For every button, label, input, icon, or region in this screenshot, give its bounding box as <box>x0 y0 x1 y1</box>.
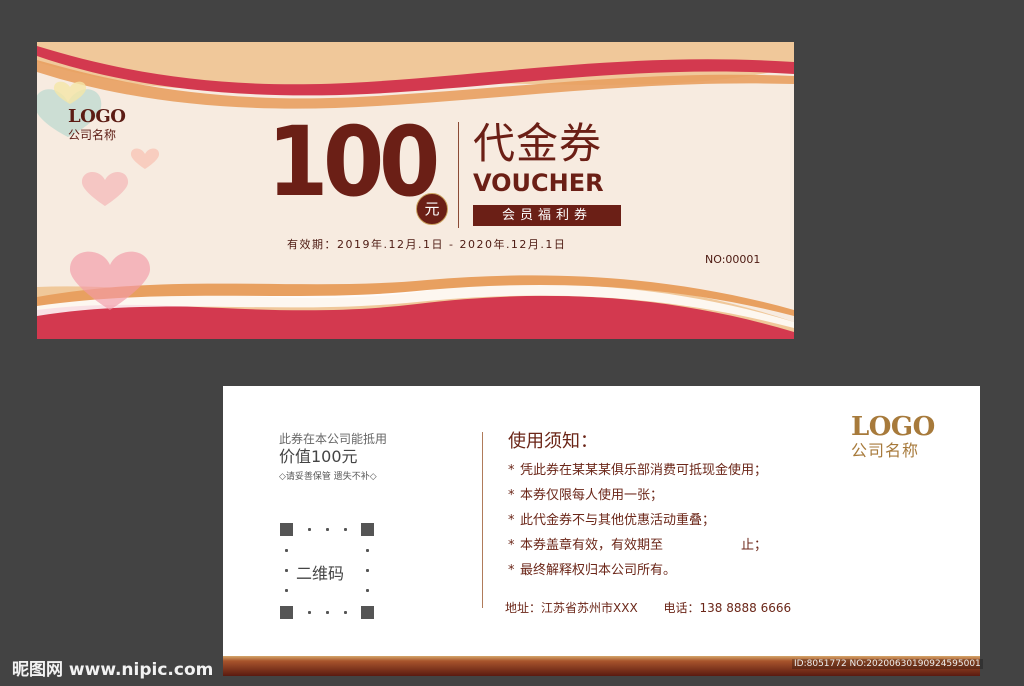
rule-item: * 本券盖章有效，有效期至 止； <box>508 538 768 553</box>
title-divider <box>458 122 459 228</box>
back-logo: LOGO 公司名称 <box>851 413 935 461</box>
voucher-front: LOGO 公司名称 100 元 代金券 VOUCHER 会员福利券 有效期：20… <box>37 42 794 339</box>
rule-item: * 最终解释权归本公司所有。 <box>508 563 677 578</box>
value-line2: 价值100元 <box>279 447 358 466</box>
company-name: 公司名称 <box>851 441 920 460</box>
decorative-hearts <box>37 81 160 310</box>
phone: 电话：138 8888 6666 <box>663 601 792 615</box>
rule-item: * 凭此券在某某某俱乐部消费可抵现金使用； <box>508 463 768 478</box>
rule-item: * 此代金券不与其他优惠活动重叠； <box>508 513 716 528</box>
voucher-back: 此券在本公司能抵用 价值100元 ◇请妥善保管 遗失不补◇ 二维码 使用须知： … <box>223 386 980 676</box>
qr-label: 二维码 <box>296 564 345 583</box>
logo-text: LOGO <box>851 412 935 442</box>
validity-period: 有效期：2019年.12月.1日 - 2020年.12月.1日 <box>287 238 567 251</box>
watermark-site: 昵图网 www.nipic.com <box>12 660 214 680</box>
rule-item: * 本券仅限每人使用一张； <box>508 488 664 503</box>
serial-number: NO:00001 <box>705 253 761 266</box>
voucher-title-en: VOUCHER <box>473 169 604 197</box>
company-name: 公司名称 <box>68 128 117 142</box>
member-tag: 会员福利券 <box>473 205 621 226</box>
address: 地址：江苏省苏州市XXX <box>505 601 638 615</box>
voucher-amount: 100 <box>267 106 440 218</box>
voucher-title-cn: 代金券 <box>473 119 603 168</box>
back-divider <box>482 432 483 608</box>
qr-code-placeholder: 二维码 <box>280 523 374 619</box>
value-info: 此券在本公司能抵用 价值100元 ◇请妥善保管 遗失不补◇ <box>279 432 387 484</box>
watermark-id: ID:8051772 NO:20200630190924595001 <box>792 659 983 669</box>
contact-info: 地址：江苏省苏州市XXX 电话：138 8888 6666 <box>505 599 813 616</box>
currency-badge: 元 <box>416 193 448 225</box>
logo-text: LOGO <box>68 106 126 127</box>
front-logo: LOGO 公司名称 <box>68 106 126 143</box>
usage-rules: 使用须知： * 凭此券在某某某俱乐部消费可抵现金使用； * 本券仅限每人使用一张； … <box>508 430 767 583</box>
rules-title: 使用须知： <box>508 431 598 452</box>
value-line1: 此券在本公司能抵用 <box>279 432 388 446</box>
value-line3: ◇请妥善保管 遗失不补◇ <box>279 472 377 482</box>
